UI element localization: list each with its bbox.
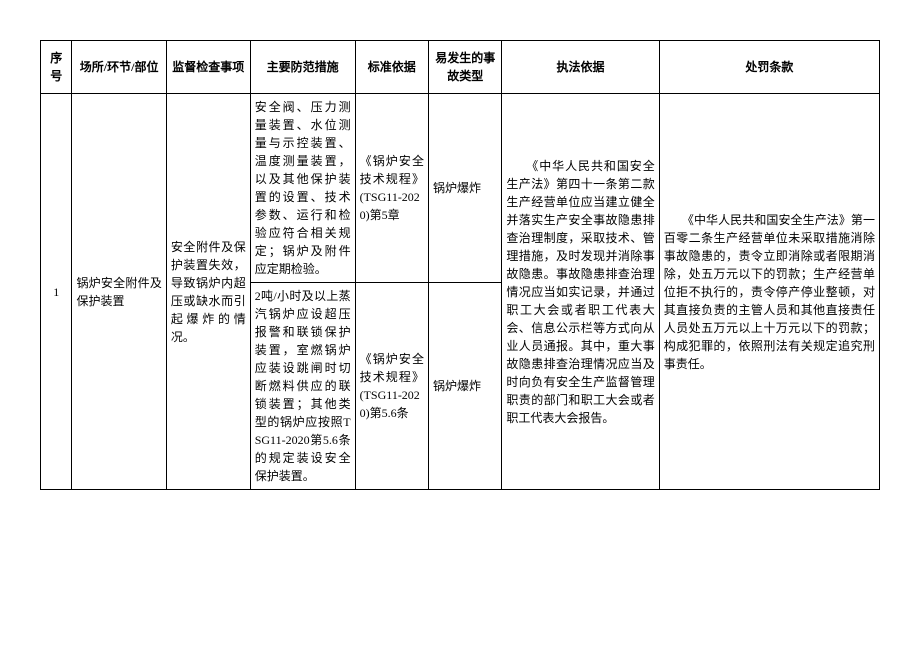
header-measure: 主要防范措施 (250, 41, 355, 94)
cell-seq: 1 (41, 94, 72, 490)
cell-measure-2: 2吨/小时及以上蒸汽锅炉应设超压报警和联锁保护装置，室燃锅炉应装设跳闸时切断燃料… (250, 283, 355, 490)
header-place: 场所/环节/部位 (72, 41, 166, 94)
cell-basis-1: 《锅炉安全技术规程》(TSG11-2020)第5章 (355, 94, 428, 283)
table-row: 1 锅炉安全附件及保护装置 安全附件及保护装置失效，导致锅炉内超压或缺水而引起爆… (41, 94, 880, 283)
regulation-table: 序号 场所/环节/部位 监督检查事项 主要防范措施 标准依据 易发生的事故类型 … (40, 40, 880, 490)
header-seq: 序号 (41, 41, 72, 94)
cell-measure-1: 安全阀、压力测量装置、水位测量与示控装置、温度测量装置，以及其他保护装置的设置、… (250, 94, 355, 283)
cell-accident-2: 锅炉爆炸 (429, 283, 502, 490)
cell-law: 《中华人民共和国安全生产法》第四十一条第二款生产经营单位应当建立健全并落实生产安… (502, 94, 659, 490)
cell-check: 安全附件及保护装置失效，导致锅炉内超压或缺水而引起爆炸的情况。 (166, 94, 250, 490)
cell-accident-1: 锅炉爆炸 (429, 94, 502, 283)
header-penalty: 处罚条款 (659, 41, 879, 94)
header-check: 监督检查事项 (166, 41, 250, 94)
header-basis: 标准依据 (355, 41, 428, 94)
table-header-row: 序号 场所/环节/部位 监督检查事项 主要防范措施 标准依据 易发生的事故类型 … (41, 41, 880, 94)
cell-place: 锅炉安全附件及保护装置 (72, 94, 166, 490)
cell-basis-2: 《锅炉安全技术规程》(TSG11-2020)第5.6条 (355, 283, 428, 490)
header-law: 执法依据 (502, 41, 659, 94)
cell-penalty: 《中华人民共和国安全生产法》第一百零二条生产经营单位未采取措施消除事故隐患的，责… (659, 94, 879, 490)
header-accident: 易发生的事故类型 (429, 41, 502, 94)
